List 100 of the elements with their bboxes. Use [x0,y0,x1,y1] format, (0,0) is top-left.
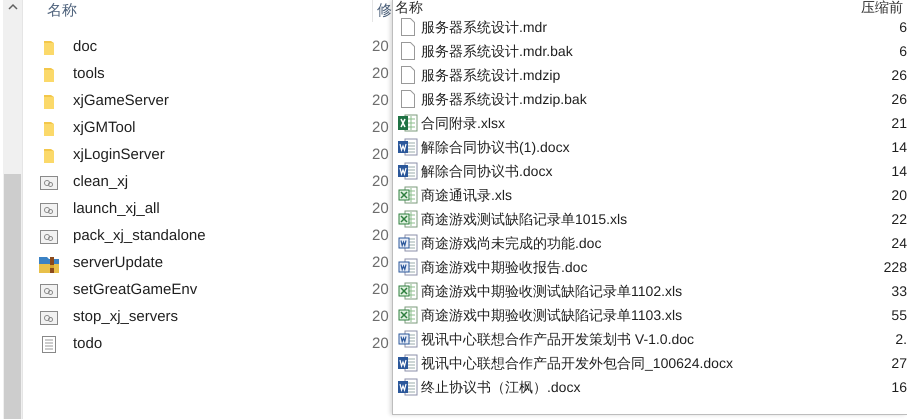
file-name: 服务器系统设计.mdr [421,18,547,36]
archive-row[interactable]: 视讯中心联想合作产品开发策划书 V-1.0.doc 2. [393,327,907,351]
date-cell-text: 20 [372,334,389,354]
file-row[interactable]: xjGMTool 20 [23,115,392,142]
size-cell-text: 14 [891,162,907,180]
size-cell-text: 26 [891,66,907,84]
document-icon [398,234,418,252]
archive-row[interactable]: 解除合同协议书(1).docx 14 [393,135,907,159]
file-name: 商途游戏中期验收报告.doc [421,258,588,276]
file-name: xjGMTool [73,118,137,138]
column-header[interactable]: 名称 [395,0,423,14]
file-name: tools [73,64,106,84]
size-cell-text: 2. [895,330,907,348]
scrollbar[interactable] [3,0,22,419]
column-header[interactable]: 压缩前 [861,0,907,14]
file-name: setGreatGameEnv [73,280,198,300]
spreadsheet-icon [398,306,418,324]
scroll-up-icon[interactable] [8,3,18,11]
date-cell-text: 20 [372,280,389,300]
script-file-icon [40,230,58,244]
date-cell-text: 20 [372,172,389,192]
file-name: clean_xj [73,172,130,192]
archive-row[interactable]: 商途游戏中期验收报告.doc 228 [393,255,907,279]
folder-icon [43,66,55,82]
file-name: 视讯中心联想合作产品开发外包合同_100624.docx [421,354,733,373]
file-name: 终止协议书（江枫）.docx [421,378,580,396]
size-cell-text: 26 [891,90,907,108]
column-header[interactable]: 名称 [47,0,372,22]
archive-row[interactable]: 解除合同协议书.docx 14 [393,159,907,183]
file-name: 商途通讯录.xls [421,186,512,204]
file-name: 视讯中心联想合作产品开发策划书 V-1.0.doc [421,330,694,348]
file-row[interactable]: xjLoginServer 20 [23,142,392,169]
file-name: 服务器系统设计.mdzip.bak [421,90,587,109]
file-row[interactable]: doc 20 [23,34,392,61]
archive-row[interactable]: 服务器系统设计.mdr.bak 6 [393,39,907,63]
date-cell-text: 20 [372,145,389,166]
size-cell-text: 24 [891,234,907,252]
file-row[interactable]: pack_xj_standalone 20 [23,223,392,250]
spreadsheet-icon [398,210,418,228]
file-name: 商途游戏中期验收测试缺陷记录单1103.xls [421,306,682,324]
folder-icon [43,94,55,110]
archive-row[interactable]: 商途游戏中期验收测试缺陷记录单1103.xls 55 [393,303,907,327]
blank-file-icon [401,90,415,108]
archive-row[interactable]: 商途游戏尚未完成的功能.doc 24 [393,231,907,255]
archive-row[interactable]: 服务器系统设计.mdzip.bak 26 [393,87,907,111]
document-icon [398,330,418,348]
file-row[interactable]: launch_xj_all 20 [23,196,392,223]
scroll-thumb[interactable] [4,174,21,419]
file-row[interactable]: xjGameServer 20 [23,88,392,115]
file-row[interactable]: clean_xj 20 [23,169,392,196]
archive-row[interactable]: 商途通讯录.xls 20 [393,183,907,207]
archive-row[interactable]: 商途游戏中期验收测试缺陷记录单1102.xls 33 [393,279,907,303]
archive-row[interactable]: 终止协议书（江枫）.docx 16 [393,375,907,399]
size-cell-text: 55 [891,306,907,324]
date-cell-text: 20 [372,118,389,138]
size-cell-text: 27 [891,354,907,372]
archive-row[interactable]: 合同附录.xlsx 21 [393,111,907,135]
date-cell-text: 20 [372,307,389,328]
date-cell-text: 20 [372,64,389,84]
date-cell-text: 20 [372,91,389,112]
file-name: 合同附录.xlsx [421,114,505,132]
date-cell-text: 20 [372,226,389,246]
size-cell-text: 21 [891,114,907,132]
file-row[interactable]: setGreatGameEnv 20 [23,277,392,304]
size-cell-text: 228 [884,258,907,276]
size-cell-text: 33 [891,282,907,300]
size-cell-text: 22 [891,210,907,228]
file-name: 商途游戏中期验收测试缺陷记录单1102.xls [421,282,682,300]
document-icon [398,138,418,156]
script-file-icon [40,202,58,216]
file-row[interactable]: stop_xj_servers 20 [23,304,392,331]
file-name: 解除合同协议书(1).docx [421,138,570,157]
file-name: doc [73,37,98,58]
document-icon [398,162,418,180]
archive-row[interactable]: 服务器系统设计.mdzip 26 [393,63,907,87]
folder-icon [43,148,55,164]
archive-row[interactable]: 视讯中心联想合作产品开发外包合同_100624.docx 27 [393,351,907,375]
file-row[interactable]: tools 20 [23,61,392,88]
script-file-icon [40,310,58,324]
archive-icon [39,254,59,272]
file-name: 商途游戏测试缺陷记录单1015.xls [421,210,628,228]
document-icon [398,378,418,396]
archive-row[interactable]: 服务器系统设计.mdr 6 [393,15,907,39]
file-name: xjLoginServer [73,145,166,166]
file-name: 服务器系统设计.mdr.bak [421,42,573,60]
archive-row[interactable]: 商途游戏测试缺陷记录单1015.xls 22 [393,207,907,231]
script-file-icon [40,176,58,190]
file-row[interactable]: serverUpdate 20 [23,250,392,277]
spreadsheet-icon [398,186,418,204]
size-cell-text: 6 [899,42,907,60]
file-name: 服务器系统设计.mdzip [421,66,560,85]
spreadsheet-icon [398,114,418,132]
size-cell-text: 20 [891,186,907,204]
folder-icon [43,120,55,136]
document-icon [398,258,418,276]
document-icon [398,354,418,372]
folder-icon [43,40,55,56]
blank-file-icon [401,66,415,84]
file-row[interactable]: todo 20 [23,331,392,358]
blank-file-icon [401,18,415,36]
